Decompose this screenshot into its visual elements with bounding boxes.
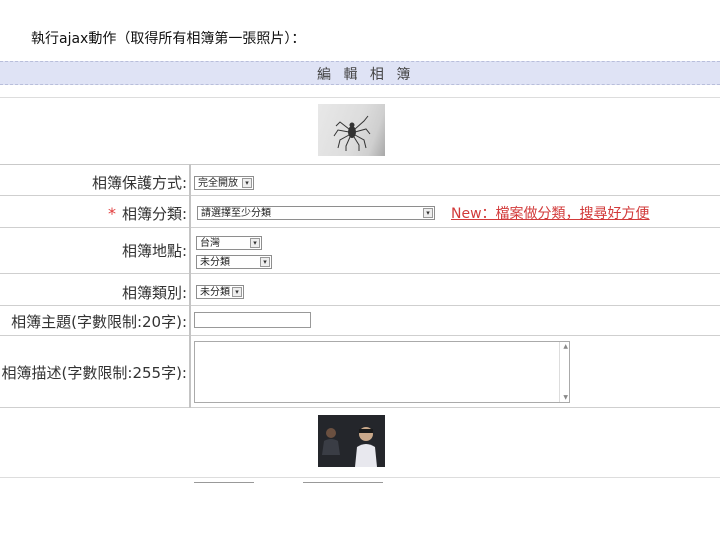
page-caption: 執行ajax動作（取得所有相簿第一張照片）： — [31, 31, 306, 47]
location-area-select[interactable]: 未分類 ▾ — [196, 255, 272, 269]
divider — [194, 482, 254, 483]
location-area-value: 未分類 — [200, 257, 230, 268]
scroll-down-icon[interactable]: ▼ — [563, 394, 568, 401]
chevron-down-icon: ▾ — [260, 257, 270, 267]
divider — [303, 482, 383, 483]
album-desc-textarea[interactable]: ▲ ▼ — [194, 341, 570, 403]
privacy-select-value: 完全開放 — [198, 178, 238, 189]
chevron-down-icon: ▾ — [423, 208, 433, 218]
required-mark: * — [107, 204, 116, 223]
scroll-up-icon[interactable]: ▲ — [563, 343, 568, 350]
category-select-value: 請選擇至少分類 — [201, 208, 271, 219]
category-new-note[interactable]: New：檔案做分類，搜尋好方便 — [451, 203, 650, 223]
album-title-input[interactable] — [194, 312, 311, 328]
category-label: * 相簿分類: — [108, 203, 187, 224]
form-row-type — [0, 274, 720, 306]
album-cover-photo-people[interactable] — [318, 415, 385, 467]
divider — [0, 97, 720, 98]
type-label: 相簿類別: — [121, 284, 187, 302]
privacy-select[interactable]: 完全開放 ▾ — [194, 176, 254, 190]
album-cover-photo-spider[interactable] — [318, 104, 385, 156]
spider-image — [333, 115, 371, 151]
person-image — [355, 427, 377, 467]
type-select-value: 未分類 — [200, 287, 230, 298]
privacy-label: 相簿保護方式: — [91, 174, 187, 192]
chevron-down-icon: ▾ — [250, 238, 260, 248]
person-image — [322, 428, 340, 455]
title-label: 相簿主題(字數限制:20字): — [11, 313, 187, 331]
column-divider — [189, 164, 191, 408]
type-select[interactable]: 未分類 ▾ — [196, 285, 244, 299]
chevron-down-icon: ▾ — [232, 287, 242, 297]
category-label-text: 相簿分類: — [121, 205, 187, 223]
location-country-value: 台灣 — [200, 238, 220, 249]
chevron-down-icon: ▾ — [242, 178, 252, 188]
location-label: 相簿地點: — [121, 242, 187, 260]
panel-header: 編 輯 相 簿 — [0, 61, 720, 85]
panel-title: 編 輯 相 簿 — [317, 67, 415, 83]
textarea-scrollbar[interactable] — [559, 342, 569, 402]
divider — [0, 477, 720, 478]
location-country-select[interactable]: 台灣 ▾ — [196, 236, 262, 250]
desc-label: 相簿描述(字數限制:255字): — [1, 364, 187, 382]
form-row-location — [0, 228, 720, 274]
category-select[interactable]: 請選擇至少分類 ▾ — [197, 206, 435, 220]
